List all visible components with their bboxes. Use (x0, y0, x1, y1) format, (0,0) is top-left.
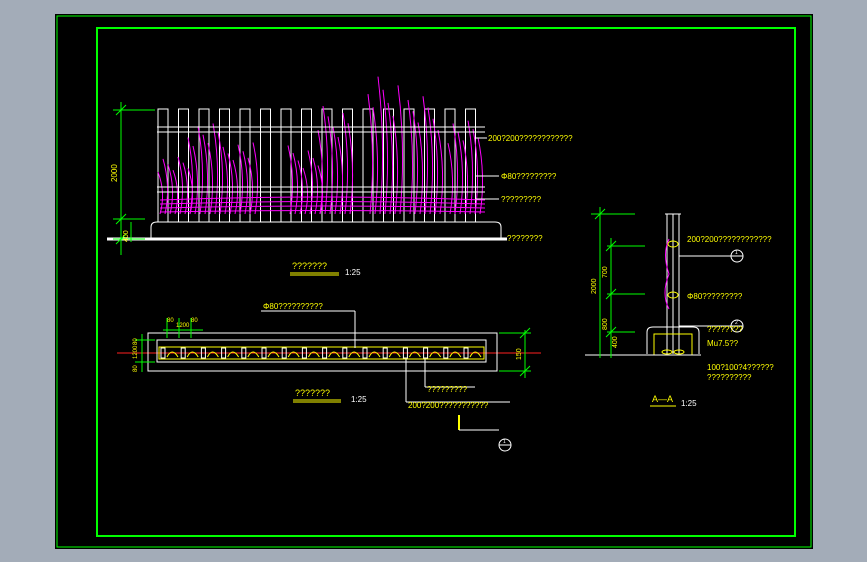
elevation-view: 2000 400 200?200???????????? Φ80????????… (107, 76, 573, 277)
inner-frame (96, 27, 796, 537)
elevation-infill-stroke (342, 112, 349, 215)
section-dim-upper: 700 (602, 266, 609, 278)
elevation-infill-stroke (417, 122, 424, 215)
section-note-2: Φ80????????? (687, 292, 743, 301)
plan-title: ??????? (295, 388, 330, 398)
plan-dim-right-label: 150 (516, 348, 523, 360)
elevation-note-2: Φ80????????? (501, 172, 557, 181)
elevation-infill-stroke (437, 129, 444, 215)
elevation-dim-total: 2000 (110, 164, 119, 182)
elevation-infill-stroke (287, 145, 294, 215)
section-title: A—A (652, 394, 673, 404)
elevation-dim-base: 400 (123, 230, 130, 242)
elevation-note-1: 200?200???????????? (488, 134, 573, 143)
section-note-6: ?????????? (707, 373, 752, 382)
elevation-infill-stroke (242, 151, 249, 215)
plan-dim-left-2: 1200 (133, 345, 139, 359)
elevation-infill-stroke (397, 85, 404, 215)
elevation-infill-stroke (347, 123, 354, 215)
elevation-infill-stroke (407, 99, 414, 215)
section-note-1: 200?200???????????? (687, 235, 772, 244)
elevation-infill-stroke (292, 152, 299, 215)
elevation-infill-stroke (377, 76, 384, 215)
plan-dim-top-1: 80 (167, 318, 174, 324)
elevation-infill-stroke (182, 162, 189, 215)
plan-dim-left-3: 80 (133, 365, 139, 372)
section-view: 2000 700 800 400 1 2 200?200????????????… (585, 207, 774, 408)
elevation-infill-stroke (227, 153, 234, 215)
plan-note-top: Φ80?????????? (263, 302, 323, 311)
plan-dim-top-3: 80 (191, 318, 198, 324)
plan-view: 80 1200 80 80 1200 80 150 Φ80?????????? … (117, 302, 541, 452)
elevation-base (150, 221, 502, 239)
elevation-infill-stroke (372, 107, 379, 215)
elevation-infill-stroke (212, 123, 219, 215)
elevation-infill-stroke (202, 134, 209, 215)
elevation-infill-stroke (457, 131, 464, 215)
drawing-sheet: 2000 400 200?200???????????? Φ80????????… (55, 14, 813, 549)
section-note-5: 100?100?4?????? (707, 363, 774, 372)
elevation-infill-stroke (332, 126, 339, 215)
section-note-4: Mu7.5?? (707, 339, 739, 348)
section-marker-1-label: 1 (735, 250, 738, 256)
elevation-picket (383, 108, 394, 223)
elevation-infill-stroke (322, 105, 329, 215)
plan-dim-top-2: 1200 (176, 323, 190, 329)
elevation-infill-stroke (217, 131, 224, 215)
cad-drawing: 2000 400 200?200???????????? Φ80????????… (56, 15, 812, 548)
elevation-infill-stroke (422, 96, 429, 215)
elevation-infill-stroke (167, 164, 174, 215)
plan-dim-left-1: 80 (133, 338, 139, 345)
plan-note-bottom: 200?200??????????? (408, 401, 489, 410)
section-dim-low: 400 (612, 336, 619, 348)
plan-scale: 1:25 (351, 395, 367, 404)
plan-note-right: ????????? (427, 385, 468, 394)
section-note-3: ???????? (707, 325, 743, 334)
elevation-title: ??????? (292, 261, 327, 271)
elevation-scale: 1:25 (345, 268, 361, 277)
elevation-note-4: ???????? (507, 234, 543, 243)
section-dim-mid: 800 (602, 318, 609, 330)
elevation-infill-stroke (432, 118, 439, 215)
section-dim-total: 2000 (591, 278, 598, 294)
elevation-infill-stroke (162, 158, 169, 215)
outer-frame (56, 15, 812, 548)
elevation-infill-stroke (337, 136, 344, 215)
elevation-infill-stroke (302, 167, 309, 215)
plan-section-number: 1 (503, 439, 506, 445)
elevation-note-3: ????????? (501, 195, 542, 204)
section-scale: 1:25 (681, 399, 697, 408)
elevation-picket (260, 108, 271, 223)
elevation-infill-stroke (252, 142, 259, 215)
elevation-infill-stroke (192, 145, 199, 215)
elevation-infill-stroke (367, 94, 374, 215)
elevation-infill-stroke (222, 146, 229, 215)
elevation-picket (280, 108, 292, 223)
